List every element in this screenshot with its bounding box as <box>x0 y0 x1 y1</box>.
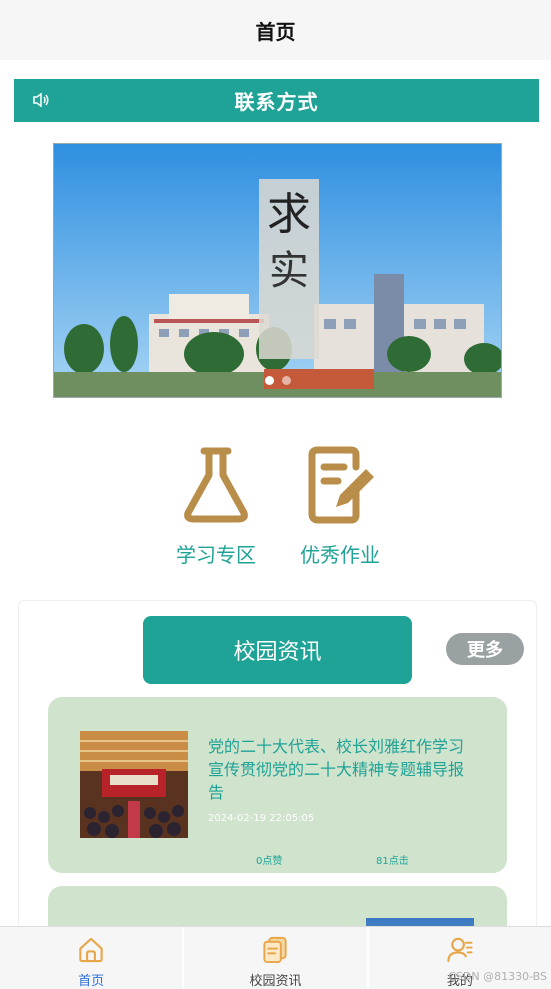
tab-label: 首页 <box>78 974 105 989</box>
quick-link-label: 学习专区 <box>176 543 256 567</box>
news-likes: 0点赞 <box>256 856 283 867</box>
edit-document-icon <box>308 446 374 524</box>
banner-image: 求 实 <box>54 144 501 397</box>
flask-icon <box>184 447 248 523</box>
tab-label: 校园资讯 <box>249 974 302 989</box>
more-button[interactable]: 更多 <box>446 633 524 665</box>
svg-text:实: 实 <box>269 248 309 294</box>
news-time: 2024-02-19 22:05:05 <box>208 813 315 824</box>
banner-carousel[interactable]: 求 实 <box>53 143 502 398</box>
svg-text:求: 求 <box>267 189 311 240</box>
news-section-title: 校园资讯 <box>143 616 412 684</box>
contact-notice-bar[interactable]: 联系方式 <box>14 79 539 122</box>
watermark: CSDN @81330-BS <box>448 970 547 983</box>
tab-home[interactable]: 首页 <box>0 927 182 989</box>
news-clicks: 81点击 <box>376 856 409 867</box>
notice-text: 联系方式 <box>234 90 319 114</box>
quick-link-study-zone[interactable]: 学习专区 <box>161 445 271 568</box>
quick-link-label: 优秀作业 <box>300 543 380 567</box>
quick-link-excellent-homework[interactable]: 优秀作业 <box>285 445 395 568</box>
news-title: 党的二十大代表、校长刘雅红作学习宣传贯彻党的二十大精神专题辅导报告 <box>208 737 465 802</box>
speaker-icon <box>33 92 49 108</box>
page-title: 首页 <box>255 19 296 44</box>
home-icon <box>79 937 103 963</box>
carousel-dots <box>54 376 501 385</box>
user-icon <box>447 937 473 963</box>
tab-campus-news[interactable]: 校园资讯 <box>182 927 366 989</box>
news-icon <box>263 936 288 964</box>
carousel-dot[interactable] <box>264 376 274 385</box>
news-thumbnail <box>80 731 188 838</box>
page-title-bar: 首页 <box>0 0 551 60</box>
news-card[interactable]: 党的二十大代表、校长刘雅红作学习宣传贯彻党的二十大精神专题辅导报告 2024-0… <box>48 697 507 873</box>
carousel-dot[interactable] <box>281 376 291 385</box>
